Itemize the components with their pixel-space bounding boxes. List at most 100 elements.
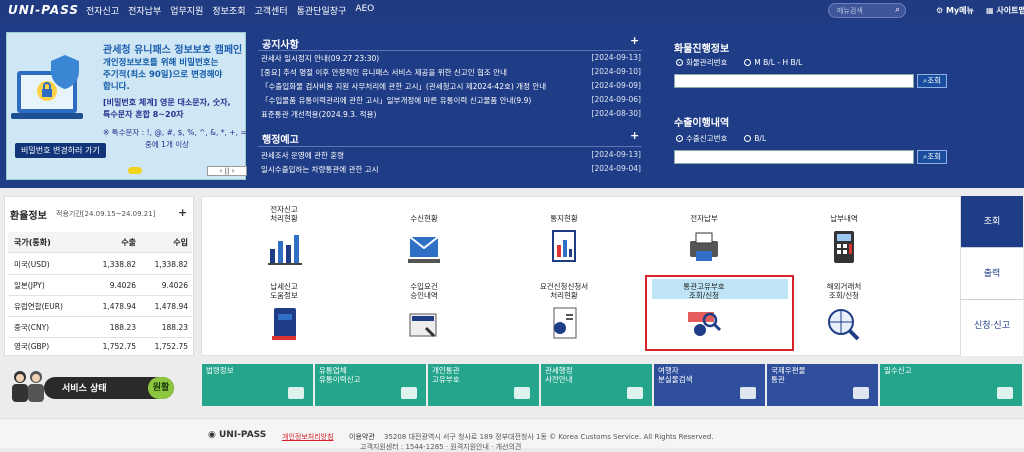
- package-icon: [853, 387, 869, 399]
- notice-text: [중요] 추석 명절 이후 안정적인 유니패스 서비스 제공을 위한 신고인 협…: [261, 68, 507, 77]
- fx-more-plus-icon[interactable]: +: [178, 206, 187, 219]
- notice-date: [2024-09-06]: [591, 95, 641, 104]
- banner-slide-controls[interactable]: ‹ || ›: [207, 166, 247, 176]
- cargo-radio-2[interactable]: [744, 59, 752, 66]
- service-status-value: 원활: [148, 377, 174, 399]
- tile-lost-items[interactable]: 여행자 분실물검색: [654, 364, 765, 406]
- cargo-number-input[interactable]: [674, 74, 914, 88]
- fx-header: 수출: [121, 237, 136, 247]
- cargo-option-label: M B/L - H B/L: [754, 58, 803, 67]
- import-icon: [409, 313, 437, 338]
- chart-icon: [268, 235, 302, 265]
- cargo-radio-1[interactable]: [676, 59, 683, 66]
- svc-requirement-status[interactable]: 요건신청신청서 처리현황: [516, 280, 612, 347]
- footer-brand-text: UNI-PASS: [219, 430, 267, 440]
- security-laptop-icon: [11, 55, 83, 119]
- tab-apply[interactable]: 신청·신고: [961, 300, 1023, 352]
- tile-distribution-report[interactable]: 유통업체 유통이력신고: [315, 364, 426, 406]
- tile-label: 관세행정 사전안내: [545, 366, 573, 384]
- svc-import-approval[interactable]: 수입요건 승인내역: [376, 280, 472, 347]
- cargo-search-label: 조회: [927, 76, 941, 85]
- banner-line: 합니다.: [103, 82, 130, 92]
- banner-indicator[interactable]: [128, 167, 142, 174]
- campaign-banner[interactable]: 관세청 유니패스 정보보호 캠페인 개인정보보호를 위해 비밀번호는 주기적(최…: [6, 32, 255, 180]
- tile-intl-mail[interactable]: 국제우편물 통관: [767, 364, 878, 406]
- tab-lookup[interactable]: 조회: [961, 196, 1023, 248]
- fx-row: 미국(USD) 1,338.82 1,338.82: [8, 254, 192, 275]
- tile-label: 국제우편물 통관: [771, 366, 806, 384]
- banner-rule: 특수문자 혼합 8~20자: [103, 110, 184, 119]
- svc-reception-status[interactable]: 수신현황: [376, 203, 472, 270]
- search-icon[interactable]: ⌕: [895, 5, 900, 15]
- admin-notice-date: [2024-09-04]: [591, 164, 641, 173]
- svc-tax-help[interactable]: 납세신고 도움정보: [236, 280, 332, 347]
- notice-item[interactable]: [중요] 추석 명절 이후 안정적인 유니패스 서비스 제공을 위한 신고인 협…: [261, 67, 641, 80]
- terms-link[interactable]: 이용약관: [349, 432, 375, 442]
- svc-e-payment[interactable]: 전자납부: [656, 203, 752, 270]
- notice-date: [2024-08-30]: [591, 109, 641, 118]
- luggage-icon: [740, 387, 756, 399]
- cargo-search-button[interactable]: ⌕조회: [917, 74, 947, 88]
- service-label: 수신현황: [410, 214, 438, 223]
- fx-currency: 중국(CNY): [14, 322, 50, 332]
- nav-item-aeo[interactable]: AEO: [355, 4, 374, 17]
- notice-text: 관세사 일시정지 안내(09.27 23:30): [261, 54, 380, 63]
- nav-item-single-window[interactable]: 통관단일창구: [297, 4, 347, 17]
- admin-notice-title[interactable]: 행정예고: [262, 131, 299, 146]
- nav-item-work-support[interactable]: 업무지원: [170, 4, 203, 17]
- fx-period: 적용기간[24.09.15~24.09.21]: [56, 210, 156, 218]
- notice-title[interactable]: 공지사항: [262, 36, 299, 51]
- menu-search-input[interactable]: 메뉴검색 ⌕: [828, 3, 906, 18]
- export-search-button[interactable]: ⌕조회: [917, 150, 947, 164]
- notice-item[interactable]: 「수입물품 유통이력관리에 관한 고시」일부개정에 따른 유통이력 신고물품 안…: [261, 95, 641, 108]
- tile-personal-customs-code[interactable]: 개인통관 고유부호: [428, 364, 539, 406]
- korea-emblem-icon: ◉: [208, 430, 216, 440]
- tile-pre-guidance[interactable]: 관세행정 사전안내: [541, 364, 652, 406]
- admin-notice-item[interactable]: 관세조사 운영에 관한 훈령 [2024-09-13]: [261, 150, 641, 163]
- nav-item-e-declaration[interactable]: 전자신고: [86, 4, 119, 17]
- unipass-logo[interactable]: UNI-PASS: [8, 3, 79, 17]
- nav-item-info-lookup[interactable]: 정보조회: [212, 4, 245, 17]
- notice-more-plus-icon[interactable]: +: [630, 34, 639, 47]
- svc-overseas-partner[interactable]: 해외거래처 조회/신청: [796, 280, 892, 347]
- export-radio-1[interactable]: [676, 135, 683, 142]
- banner-special: ※ 특수문자 : !, @, #, $, %, ^, &, *, +, =, _: [103, 128, 256, 137]
- footer-support: 고객지원센터 : 1544-1285 · 원격지원안내 · 개선의견: [360, 443, 522, 451]
- svc-notification-status[interactable]: 통지현황: [516, 203, 612, 270]
- footer-address: 35208 대전광역시 서구 청사로 189 정부대전청사 1동 © Korea…: [384, 433, 714, 441]
- admin-notice-divider: [258, 146, 642, 147]
- truck-icon: [401, 387, 417, 399]
- highlight-box: [645, 275, 794, 351]
- sitemap-link[interactable]: ▦ 사이트맵: [986, 5, 1024, 16]
- service-label: 전자납부: [690, 214, 718, 223]
- notice-item[interactable]: 표준통관 개선적용(2024.9.3. 적용) [2024-08-30]: [261, 109, 641, 122]
- export-number-input[interactable]: [674, 150, 914, 164]
- admin-notice-item[interactable]: 일시수출입하는 차량통관에 관한 고시 [2024-09-04]: [261, 164, 641, 177]
- fx-header-row: 국가(통화) 수출 수입: [8, 232, 192, 253]
- fx-row: 일본(JPY) 9.4026 9.4026: [8, 275, 192, 296]
- banner-rule: [비밀번호 체계] 영문 대소문자, 숫자,: [103, 98, 231, 107]
- svc-declaration-status[interactable]: 전자신고 처리현황: [236, 203, 332, 270]
- export-options: 수출신고번호 B/L: [676, 133, 780, 144]
- change-password-button[interactable]: 비밀번호 변경하러 가기: [15, 143, 106, 158]
- id-card-icon: [514, 387, 530, 399]
- privacy-policy-link[interactable]: 개인정보처리방침: [282, 432, 334, 442]
- fx-export: 9.4026: [109, 280, 136, 290]
- fx-import: 9.4026: [161, 280, 188, 290]
- tile-smuggling-report[interactable]: 밀수신고: [880, 364, 1022, 406]
- fx-row: 유럽연합(EUR) 1,478.94 1,478.94: [8, 296, 192, 317]
- nav-item-customer-center[interactable]: 고객센터: [255, 4, 288, 17]
- fx-export: 1,752.75: [102, 342, 136, 351]
- sitemap-icon: ▦: [986, 6, 994, 15]
- notice-item[interactable]: 「수출입화물 검사비용 지원 사무처리에 관한 고시」(관세청고시 제2024-…: [261, 81, 641, 94]
- notice-date: [2024-09-09]: [591, 81, 641, 90]
- admin-notice-more-plus-icon[interactable]: +: [630, 129, 639, 142]
- svc-payment-history[interactable]: 납부내역: [796, 203, 892, 270]
- export-radio-2[interactable]: [744, 135, 752, 142]
- notice-item[interactable]: 관세사 일시정지 안내(09.27 23:30) [2024-09-13]: [261, 53, 641, 66]
- service-label: 납세신고 도움정보: [270, 282, 298, 300]
- nav-item-e-payment[interactable]: 전자납부: [128, 4, 161, 17]
- tile-law-info[interactable]: 법령정보: [202, 364, 313, 406]
- my-menu-link[interactable]: ⚙ My메뉴: [936, 5, 974, 16]
- tab-print[interactable]: 출력: [961, 248, 1023, 300]
